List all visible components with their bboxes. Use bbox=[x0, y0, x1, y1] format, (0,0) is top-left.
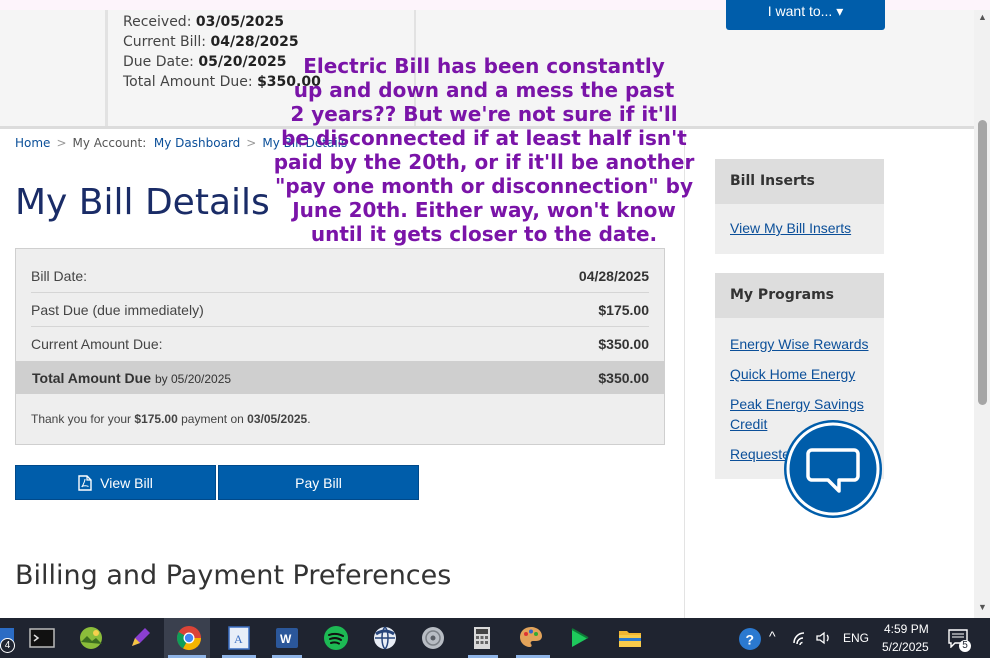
bill-details-panel: Bill Date: 04/28/2025 Past Due (due imme… bbox=[15, 248, 665, 445]
thanks-date: 03/05/2025 bbox=[247, 412, 308, 426]
browser-globe-icon[interactable] bbox=[371, 624, 399, 652]
quick-home-energy-link[interactable]: Quick Home Energy bbox=[715, 364, 884, 384]
breadcrumb-my-account: My Account: bbox=[72, 136, 147, 150]
total-due-label: Total Amount Due: bbox=[123, 74, 253, 90]
scrollbar-thumb[interactable] bbox=[978, 120, 987, 405]
svg-text:?: ? bbox=[746, 632, 755, 648]
thanks-pre: Thank you for your bbox=[31, 412, 135, 426]
overlay-note-text: Electric Bill has been constantly up and… bbox=[273, 54, 695, 246]
pdf-document-icon bbox=[78, 474, 92, 491]
scroll-down-arrow-icon[interactable]: ▼ bbox=[978, 602, 987, 612]
bill-row-value: $350.00 bbox=[598, 336, 649, 352]
breadcrumb-separator: > bbox=[56, 136, 67, 150]
current-bill-label: Current Bill: bbox=[123, 34, 207, 50]
breadcrumb-dashboard[interactable]: My Dashboard bbox=[154, 136, 240, 150]
volume-icon[interactable] bbox=[815, 629, 833, 647]
clock-date[interactable]: 5/2/2025 bbox=[882, 640, 929, 654]
pay-bill-button[interactable]: Pay Bill bbox=[218, 465, 419, 500]
energy-wise-rewards-link[interactable]: Energy Wise Rewards bbox=[715, 334, 884, 354]
bill-row-value: 04/28/2025 bbox=[578, 268, 649, 284]
svg-text:A: A bbox=[234, 632, 243, 646]
total-amount-due-row: Total Amount Due by 05/20/2025 $350.00 bbox=[16, 361, 664, 394]
bill-row-label: Current Amount Due: bbox=[31, 336, 163, 352]
notepad-app-icon[interactable]: A bbox=[225, 624, 253, 652]
spotify-icon[interactable] bbox=[322, 624, 350, 652]
thanks-post: . bbox=[307, 412, 311, 426]
bill-row: Bill Date: 04/28/2025 bbox=[31, 259, 649, 293]
notification-count-badge: 5 bbox=[959, 640, 971, 652]
breadcrumb-separator: > bbox=[246, 136, 257, 150]
clock-time[interactable]: 4:59 PM bbox=[884, 622, 929, 636]
current-bill-line: Current Bill: 04/28/2025 bbox=[123, 32, 321, 52]
paint-palette-icon[interactable] bbox=[517, 624, 545, 652]
received-line: Received: 03/05/2025 bbox=[123, 12, 321, 32]
due-date-label: Due Date: bbox=[123, 54, 194, 70]
view-bill-inserts-link[interactable]: View My Bill Inserts bbox=[715, 220, 884, 236]
landscape-app-icon[interactable] bbox=[77, 624, 105, 652]
language-indicator[interactable]: ENG bbox=[843, 631, 869, 645]
page-title: My Bill Details bbox=[15, 182, 270, 223]
payment-thanks-message: Thank you for your $175.00 payment on 03… bbox=[31, 412, 311, 426]
bill-row-value: $175.00 bbox=[598, 302, 649, 318]
total-due-by-date: by 05/20/2025 bbox=[155, 372, 232, 386]
pen-tool-icon[interactable] bbox=[126, 624, 154, 652]
windows-taskbar: 4 A W ? ^ ENG 4:59 PM 5/2/2025 5 bbox=[0, 618, 990, 658]
total-amount-due-value: $350.00 bbox=[598, 370, 649, 386]
media-player-icon[interactable] bbox=[566, 624, 594, 652]
i-want-to-button[interactable]: I want to... ▾ bbox=[726, 0, 885, 30]
thanks-amount: $175.00 bbox=[134, 412, 178, 426]
terminal-icon[interactable] bbox=[28, 624, 56, 652]
bill-row-label: Bill Date: bbox=[31, 268, 88, 284]
my-programs-heading: My Programs bbox=[715, 273, 884, 318]
bill-row: Current Amount Due: $350.00 bbox=[31, 327, 649, 360]
total-label-text: Total Amount Due bbox=[32, 370, 151, 386]
thanks-mid: payment on bbox=[177, 412, 248, 426]
chat-bubble-icon bbox=[784, 420, 882, 518]
scroll-up-arrow-icon[interactable]: ▲ bbox=[978, 12, 987, 22]
band-divider-left bbox=[105, 10, 108, 126]
breadcrumb-home[interactable]: Home bbox=[15, 136, 50, 150]
left-badge: 4 bbox=[0, 638, 15, 653]
pay-bill-label: Pay Bill bbox=[295, 474, 342, 491]
file-explorer-icon[interactable] bbox=[616, 624, 644, 652]
help-question-icon[interactable]: ? bbox=[737, 626, 763, 652]
i-want-to-label: I want to... ▾ bbox=[767, 3, 844, 19]
wifi-icon[interactable] bbox=[792, 629, 810, 647]
word-icon[interactable]: W bbox=[273, 624, 301, 652]
bill-inserts-box: Bill Inserts View My Bill Inserts bbox=[715, 159, 884, 254]
view-bill-label: View Bill bbox=[100, 474, 153, 491]
vertical-scrollbar[interactable]: ▲ ▼ bbox=[974, 10, 990, 618]
view-bill-button[interactable]: View Bill bbox=[15, 465, 216, 500]
received-value: 03/05/2025 bbox=[195, 14, 285, 30]
current-bill-value: 04/28/2025 bbox=[210, 34, 299, 50]
total-amount-due-label: Total Amount Due by 05/20/2025 bbox=[32, 370, 231, 386]
chat-button[interactable] bbox=[783, 419, 883, 519]
chevron-up-icon[interactable]: ^ bbox=[769, 628, 776, 644]
calculator-icon[interactable] bbox=[468, 624, 496, 652]
svg-text:W: W bbox=[280, 632, 292, 646]
bill-row-label: Past Due (due immediately) bbox=[31, 302, 204, 318]
billing-preferences-heading: Billing and Payment Preferences bbox=[15, 560, 452, 591]
disc-app-icon[interactable] bbox=[419, 624, 447, 652]
bill-inserts-heading: Bill Inserts bbox=[715, 159, 884, 204]
bill-row: Past Due (due immediately) $175.00 bbox=[31, 293, 649, 327]
received-label: Received: bbox=[123, 14, 192, 30]
chrome-icon[interactable] bbox=[175, 624, 203, 652]
